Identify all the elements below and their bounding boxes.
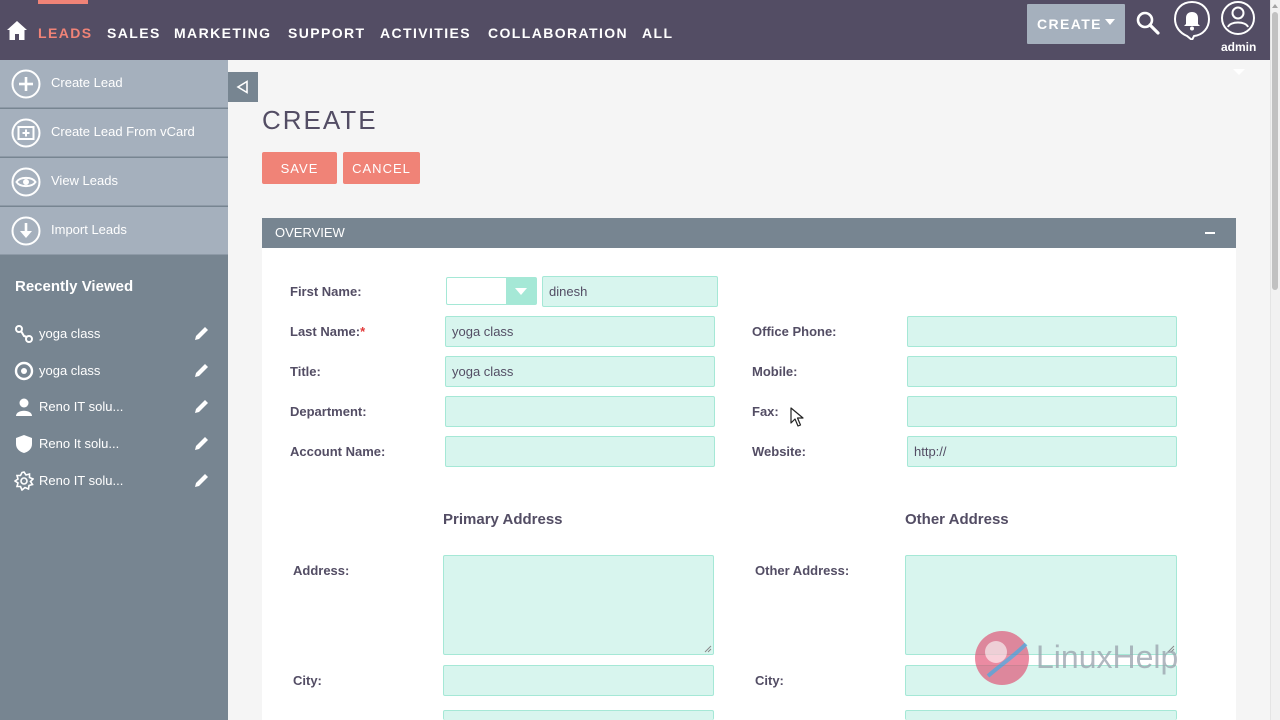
other-city-label: City: <box>755 673 784 688</box>
overview-panel-header[interactable]: OVERVIEW <box>262 218 1236 248</box>
mobile-input[interactable] <box>907 356 1177 387</box>
recent-item[interactable]: yoga class <box>0 355 228 385</box>
pencil-icon[interactable] <box>193 398 210 415</box>
nav-item-marketing[interactable]: MARKETING <box>174 24 271 42</box>
pencil-icon[interactable] <box>193 472 210 489</box>
cancel-button[interactable]: CANCEL <box>343 152 420 184</box>
first-name-input[interactable]: dinesh <box>542 276 718 307</box>
title-label: Title: <box>290 364 321 379</box>
sidebar-action-create-lead-vcard[interactable]: Create Lead From vCard <box>0 109 228 157</box>
target-circle-icon <box>14 361 34 381</box>
salutation-select[interactable] <box>446 277 537 305</box>
home-icon[interactable] <box>6 20 28 42</box>
last-name-input[interactable]: yoga class <box>445 316 715 347</box>
department-input[interactable] <box>445 396 715 427</box>
chevron-down-icon <box>506 278 536 304</box>
avatar[interactable] <box>1220 0 1256 36</box>
fax-label: Fax: <box>752 404 779 419</box>
recent-item-label: yoga class <box>39 326 101 341</box>
pencil-icon[interactable] <box>193 325 210 342</box>
office-phone-label: Office Phone: <box>752 324 837 339</box>
primary-city-input[interactable] <box>443 665 714 696</box>
primary-address-textarea[interactable] <box>443 555 714 655</box>
nav-item-activities[interactable]: ACTIVITIES <box>380 24 471 42</box>
account-name-label: Account Name: <box>290 444 386 459</box>
sidebar-action-view-leads[interactable]: View Leads <box>0 158 228 206</box>
target-link-icon <box>15 325 33 343</box>
sidebar: Create Lead Create Lead From vCard View … <box>0 60 228 720</box>
recent-item[interactable]: Reno IT solu... <box>0 465 228 495</box>
user-name[interactable]: admin <box>1221 40 1256 54</box>
first-name-label: First Name: <box>290 284 362 299</box>
resize-handle-icon[interactable] <box>704 645 712 653</box>
account-name-input[interactable] <box>445 436 715 467</box>
department-label: Department: <box>290 404 367 419</box>
mobile-label: Mobile: <box>752 364 798 379</box>
website-input[interactable]: http:// <box>907 436 1177 467</box>
city-label: City: <box>293 673 322 688</box>
scrollbar-thumb[interactable] <box>1272 12 1278 290</box>
recent-item-label: Reno It solu... <box>39 436 120 451</box>
pencil-icon[interactable] <box>193 362 210 379</box>
sidebar-action-label: Import Leads <box>51 222 127 237</box>
nav-active-indicator <box>38 0 88 4</box>
nav-item-sales[interactable]: SALES <box>107 24 161 42</box>
title-input[interactable]: yoga class <box>445 356 715 387</box>
bell-icon[interactable] <box>1173 0 1211 40</box>
other-state-input[interactable] <box>905 710 1177 720</box>
recently-viewed-title: Recently Viewed <box>15 278 134 295</box>
sidebar-action-import-leads[interactable]: Import Leads <box>0 207 228 255</box>
panel-title: OVERVIEW <box>275 225 345 240</box>
primary-address-title: Primary Address <box>443 511 563 528</box>
dropdown-caret-icon <box>1233 69 1245 75</box>
recent-item-label: Reno IT solu... <box>39 473 124 488</box>
recent-item[interactable]: Reno It solu... <box>0 428 228 458</box>
page-title: CREATE <box>262 105 378 135</box>
sidebar-action-label: View Leads <box>51 173 118 188</box>
mouse-cursor-icon <box>790 407 804 427</box>
nav-item-support[interactable]: SUPPORT <box>288 24 365 42</box>
shield-icon <box>16 435 32 453</box>
last-name-label-text: Last Name: <box>290 324 361 339</box>
fax-input[interactable] <box>907 396 1177 427</box>
pencil-icon[interactable] <box>193 435 210 452</box>
office-phone-input[interactable] <box>907 316 1177 347</box>
other-address-label: Other Address: <box>755 563 850 578</box>
primary-state-input[interactable] <box>443 710 714 720</box>
gear-icon <box>14 471 34 491</box>
sidebar-action-label: Create Lead <box>51 75 123 90</box>
top-nav-bar: LEADS SALES MARKETING SUPPORT ACTIVITIES… <box>0 0 1270 60</box>
caret-down-icon <box>1105 19 1115 25</box>
sidebar-action-create-lead[interactable]: Create Lead <box>0 60 228 108</box>
nav-item-leads[interactable]: LEADS <box>38 24 92 42</box>
last-name-label: Last Name:* <box>290 324 365 339</box>
vcard-icon <box>11 118 41 148</box>
nav-item-collaboration[interactable]: COLLABORATION <box>488 24 628 42</box>
recent-item[interactable]: Reno IT solu... <box>0 391 228 421</box>
nav-item-all[interactable]: ALL <box>642 24 673 42</box>
create-menu-label: CREATE <box>1037 16 1102 32</box>
search-icon[interactable] <box>1135 10 1161 36</box>
plus-circle-icon <box>11 69 41 99</box>
download-circle-icon <box>11 216 41 246</box>
scroll-up-arrow-icon[interactable] <box>1272 4 1278 8</box>
sidebar-action-label: Create Lead From vCard <box>51 124 195 139</box>
minus-icon[interactable] <box>1205 232 1215 234</box>
eye-icon <box>11 167 41 197</box>
recent-item-label: Reno IT solu... <box>39 399 124 414</box>
person-icon <box>16 398 32 416</box>
address-label: Address: <box>293 563 350 578</box>
create-menu-button[interactable]: CREATE <box>1027 4 1125 44</box>
required-marker: * <box>360 324 366 339</box>
recent-item-label: yoga class <box>39 363 101 378</box>
website-label: Website: <box>752 444 806 459</box>
recent-item[interactable]: yoga class <box>0 318 228 348</box>
other-address-title: Other Address <box>905 511 1009 528</box>
linuxhelp-watermark: LinuxHelp <box>975 631 1178 685</box>
save-button[interactable]: SAVE <box>262 152 337 184</box>
sidebar-collapse-button[interactable] <box>228 72 258 102</box>
triangle-left-icon <box>236 80 248 94</box>
watermark-text: LinuxHelp <box>1036 639 1178 675</box>
